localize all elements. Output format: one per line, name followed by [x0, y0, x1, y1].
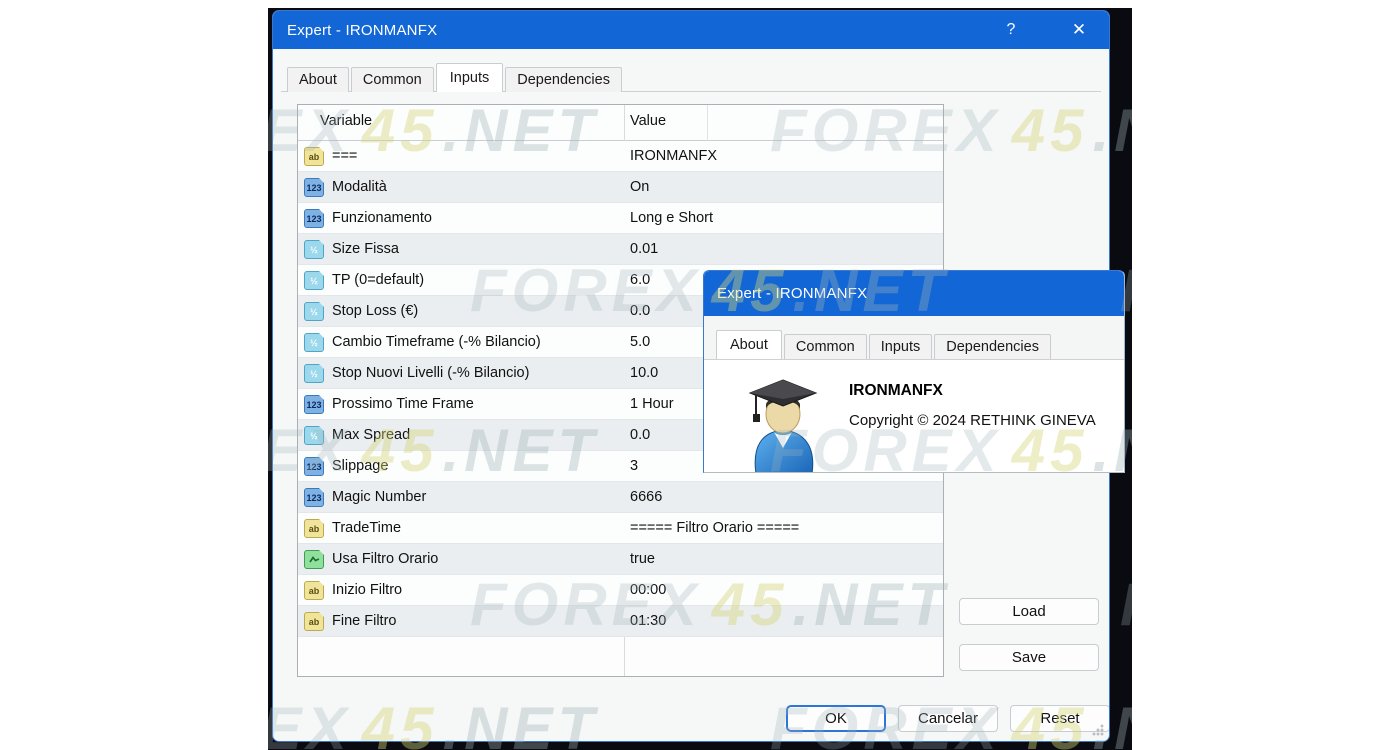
param-value[interactable]: 00:00: [630, 582, 666, 598]
param-value[interactable]: true: [630, 551, 655, 567]
double-param-icon: ½: [304, 240, 324, 259]
param-name: Magic Number: [332, 489, 426, 505]
param-name: ===: [332, 148, 357, 164]
about-window-title: Expert - IRONMANFX: [704, 285, 867, 302]
close-icon[interactable]: ✕: [1057, 11, 1101, 49]
table-row[interactable]: ½ Size Fissa 0.01: [298, 234, 943, 265]
string-param-icon: ab: [304, 581, 324, 600]
about-content: IRONMANFX Copyright © 2024 RETHINK GINEV…: [704, 359, 1124, 472]
integer-param-icon: 123: [304, 395, 324, 414]
tab-inputs[interactable]: Inputs: [436, 63, 504, 92]
about-tabstrip: AboutCommonInputsDependencies: [716, 331, 1053, 359]
watermark-text: FOREX45.NET: [1120, 8, 1132, 13]
param-name: Inizio Filtro: [332, 582, 402, 598]
param-value[interactable]: 3: [630, 458, 638, 474]
tab-common[interactable]: Common: [784, 334, 867, 359]
copyright-text: Copyright © 2024 RETHINK GINEVA: [849, 412, 1096, 429]
table-row[interactable]: Usa Filtro Orario true: [298, 544, 943, 575]
product-name: IRONMANFX: [849, 382, 943, 400]
table-header: Variable Value: [298, 105, 943, 141]
param-name: Modalità: [332, 179, 387, 195]
bool-param-icon: [304, 550, 324, 569]
double-param-icon: ½: [304, 271, 324, 290]
param-value[interactable]: 01:30: [630, 613, 666, 629]
table-row[interactable]: ab Inizio Filtro 00:00: [298, 575, 943, 606]
param-name: TP (0=default): [332, 272, 424, 288]
tab-common[interactable]: Common: [351, 67, 434, 92]
param-name: Stop Nuovi Livelli (-% Bilancio): [332, 365, 529, 381]
param-value[interactable]: 1 Hour: [630, 396, 674, 412]
param-name: Slippage: [332, 458, 388, 474]
table-row[interactable]: 123 Magic Number 6666: [298, 482, 943, 513]
param-name: Usa Filtro Orario: [332, 551, 438, 567]
tab-about[interactable]: About: [287, 67, 349, 92]
expert-about-dialog: Expert - IRONMANFX AboutCommonInputsDepe…: [703, 270, 1125, 473]
ok-button[interactable]: OK: [786, 705, 886, 732]
param-name: Stop Loss (€): [332, 303, 418, 319]
param-value[interactable]: ===== Filtro Orario =====: [630, 520, 799, 536]
param-value[interactable]: 0.0: [630, 303, 650, 319]
param-name: Size Fissa: [332, 241, 399, 257]
integer-param-icon: 123: [304, 488, 324, 507]
double-param-icon: ½: [304, 302, 324, 321]
param-name: Cambio Timeframe (-% Bilancio): [332, 334, 541, 350]
double-param-icon: ½: [304, 333, 324, 352]
table-row[interactable]: ab TradeTime ===== Filtro Orario =====: [298, 513, 943, 544]
param-value[interactable]: On: [630, 179, 649, 195]
tab-about[interactable]: About: [716, 330, 782, 359]
column-header-value[interactable]: Value: [630, 113, 666, 129]
main-window-title: Expert - IRONMANFX: [273, 22, 437, 39]
main-titlebar[interactable]: Expert - IRONMANFX ? ✕: [273, 11, 1109, 49]
graduate-avatar-icon: [744, 374, 822, 473]
param-name: Fine Filtro: [332, 613, 396, 629]
param-value[interactable]: 6.0: [630, 272, 650, 288]
save-button[interactable]: Save: [959, 644, 1099, 671]
integer-param-icon: 123: [304, 178, 324, 197]
integer-param-icon: 123: [304, 457, 324, 476]
param-value[interactable]: 10.0: [630, 365, 658, 381]
double-param-icon: ½: [304, 364, 324, 383]
main-tabstrip: AboutCommonInputsDependencies: [287, 63, 624, 92]
header-divider: [707, 105, 708, 141]
param-name: Funzionamento: [332, 210, 432, 226]
table-row[interactable]: 123 Funzionamento Long e Short: [298, 203, 943, 234]
tab-dependencies[interactable]: Dependencies: [934, 334, 1051, 359]
param-value[interactable]: 5.0: [630, 334, 650, 350]
cancel-button[interactable]: Cancelar: [898, 705, 998, 732]
param-value[interactable]: 6666: [630, 489, 662, 505]
table-row[interactable]: ab === IRONMANFX: [298, 141, 943, 172]
string-param-icon: ab: [304, 612, 324, 631]
tab-inputs[interactable]: Inputs: [869, 334, 933, 359]
resize-grip-icon[interactable]: [1092, 724, 1104, 736]
double-param-icon: ½: [304, 426, 324, 445]
about-titlebar[interactable]: Expert - IRONMANFX: [704, 271, 1124, 316]
integer-param-icon: 123: [304, 209, 324, 228]
table-row[interactable]: ab Fine Filtro 01:30: [298, 606, 943, 637]
watermark-text: FOREX45.NET: [1120, 570, 1132, 639]
param-value[interactable]: Long e Short: [630, 210, 713, 226]
screenshot-frame: Expert - IRONMANFX ? ✕ AboutCommonInputs…: [268, 8, 1132, 750]
table-row[interactable]: 123 Modalità On: [298, 172, 943, 203]
param-value[interactable]: 0.0: [630, 427, 650, 443]
param-name: TradeTime: [332, 520, 401, 536]
column-header-variable[interactable]: Variable: [320, 113, 372, 129]
param-value[interactable]: 0.01: [630, 241, 658, 257]
param-name: Max Spread: [332, 427, 410, 443]
param-name: Prossimo Time Frame: [332, 396, 474, 412]
help-icon[interactable]: ?: [989, 11, 1033, 49]
param-value[interactable]: IRONMANFX: [630, 148, 717, 164]
string-param-icon: ab: [304, 519, 324, 538]
tab-dependencies[interactable]: Dependencies: [505, 67, 622, 92]
string-param-icon: ab: [304, 147, 324, 166]
load-button[interactable]: Load: [959, 598, 1099, 625]
